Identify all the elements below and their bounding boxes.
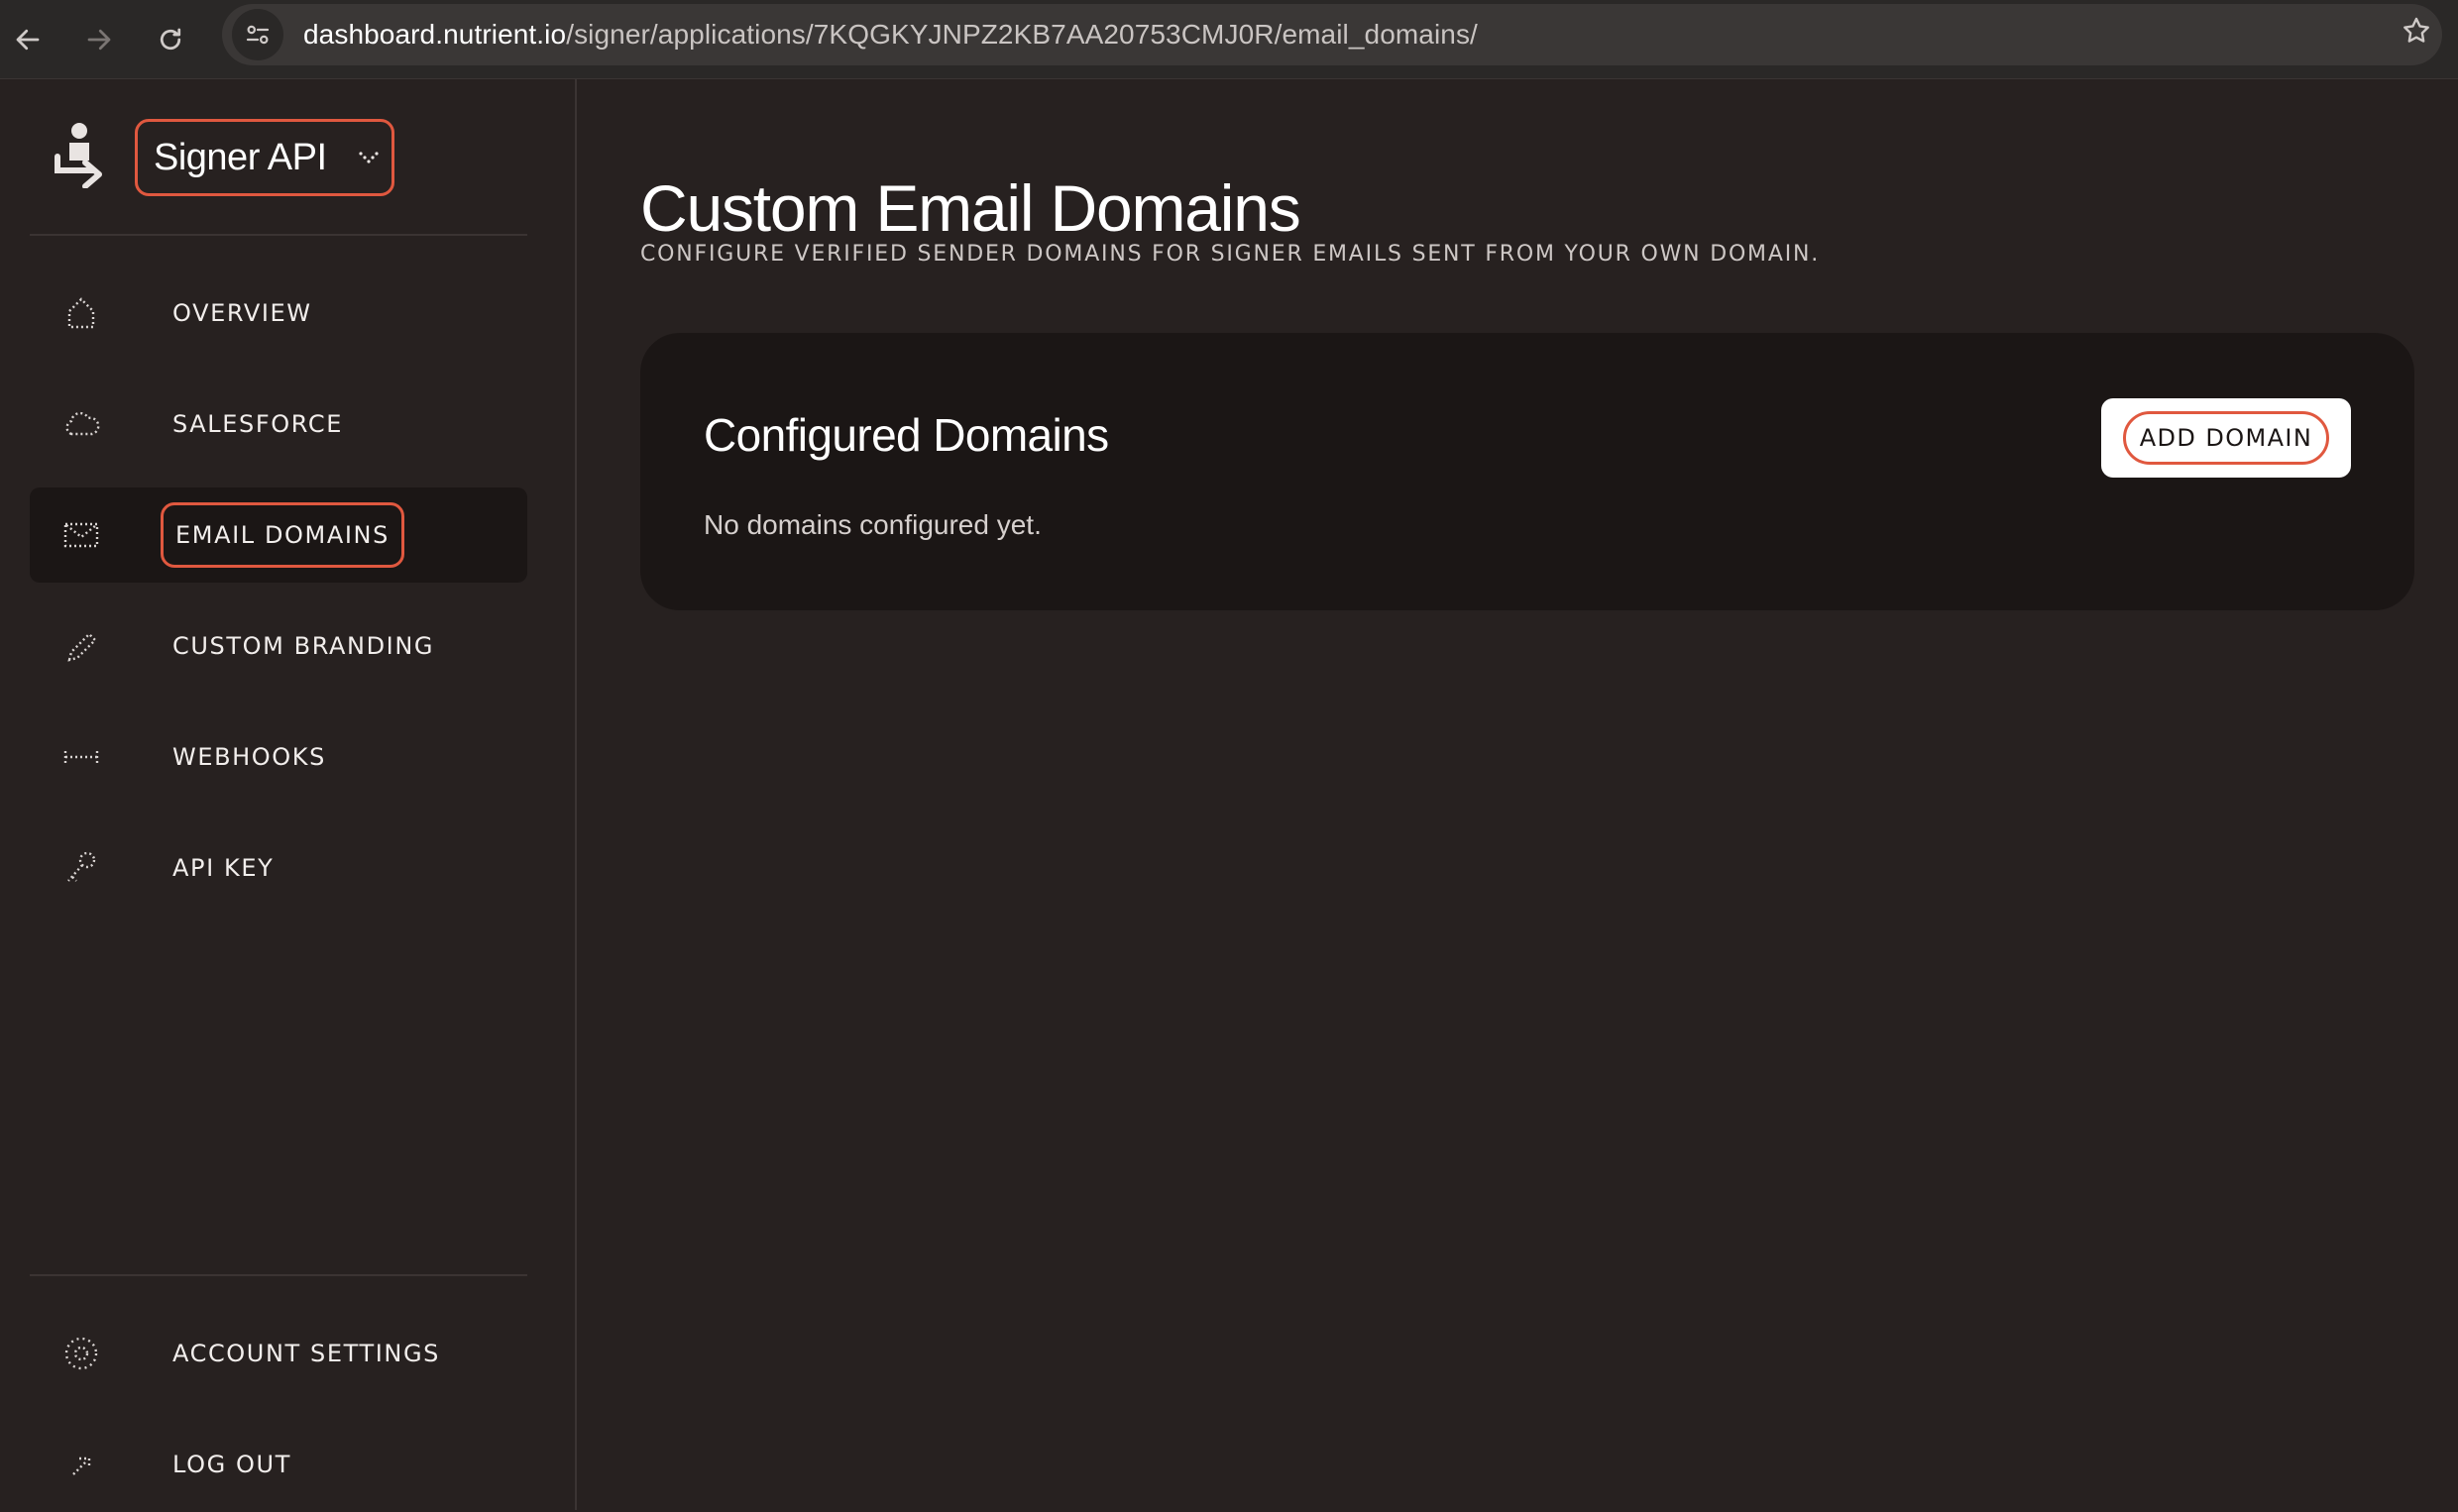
key-icon [67,851,96,882]
add-domain-label: ADD DOMAIN [2122,411,2330,465]
site-info-button[interactable] [232,9,283,60]
nutrient-logo[interactable] [50,121,109,189]
chevron-down-icon [359,152,379,163]
arrow-right-icon [87,29,111,50]
sidebar-item-log-out[interactable]: LOG OUT [30,1417,527,1512]
sidebar-item-email-domains[interactable]: EMAIL DOMAINS [30,487,527,583]
sidebar-item-account-settings[interactable]: ACCOUNT SETTINGS [30,1306,527,1401]
sidebar-item-label: SALESFORCE [172,410,343,438]
url-path: /signer/applications/7KQGKYJNPZ2KB7AA207… [566,19,1478,50]
app-name: Signer API [154,136,327,178]
empty-state-text: No domains configured yet. [704,509,1042,540]
sidebar-item-salesforce[interactable]: SALESFORCE [30,377,527,472]
tune-icon [246,25,270,45]
sidebar-item-label: LOG OUT [172,1451,291,1478]
sidebar-item-label: WEBHOOKS [172,743,326,771]
sidebar-divider [30,1274,527,1276]
add-domain-button[interactable]: ADD DOMAIN [2101,398,2351,478]
sidebar-item-label: OVERVIEW [172,299,312,327]
back-button[interactable] [0,12,56,67]
url-text: dashboard.nutrient.io/signer/application… [303,19,1478,51]
url-host: dashboard.nutrient.io [303,19,567,50]
sidebar-item-api-key[interactable]: API KEY [30,820,527,916]
configured-domains-card: Configured Domains No domains configured… [640,333,2414,610]
bookmark-button[interactable] [2391,5,2442,56]
sidebar-item-custom-branding[interactable]: CUSTOM BRANDING [30,598,527,694]
gear-icon [64,1337,98,1370]
logout-icon [72,1457,91,1475]
forward-button[interactable] [71,12,127,67]
main-content: Custom Email Domains CONFIGURE VERIFIED … [579,79,2458,1510]
pencil-icon [67,632,97,662]
sidebar-item-label: EMAIL DOMAINS [161,502,404,568]
sidebar-item-webhooks[interactable]: WEBHOOKS [30,709,527,805]
page-title: Custom Email Domains [640,171,1301,245]
card-title: Configured Domains [704,409,1109,461]
address-bar[interactable]: dashboard.nutrient.io/signer/application… [222,4,2442,65]
app-switcher-dropdown[interactable]: Signer API [135,119,394,196]
sidebar: Signer API OVERVIEW SALESFORCE EMAIL DOM… [0,79,577,1510]
webhook-icon [63,751,99,763]
browser-toolbar: dashboard.nutrient.io/signer/application… [0,0,2458,79]
star-icon [2403,17,2429,43]
envelope-icon [63,522,99,548]
signer-logo-icon [55,123,102,189]
arrow-left-icon [16,29,40,50]
sidebar-item-label: CUSTOM BRANDING [172,632,435,660]
reload-button[interactable] [143,12,198,67]
sidebar-item-label: API KEY [172,854,275,882]
page-subtitle: CONFIGURE VERIFIED SENDER DOMAINS FOR SI… [640,242,1821,267]
reload-icon [160,28,181,50]
sidebar-item-overview[interactable]: OVERVIEW [30,266,527,361]
cloud-icon [65,411,100,436]
sidebar-item-label: ACCOUNT SETTINGS [172,1340,440,1367]
sidebar-divider [30,234,527,236]
home-icon [67,297,95,329]
